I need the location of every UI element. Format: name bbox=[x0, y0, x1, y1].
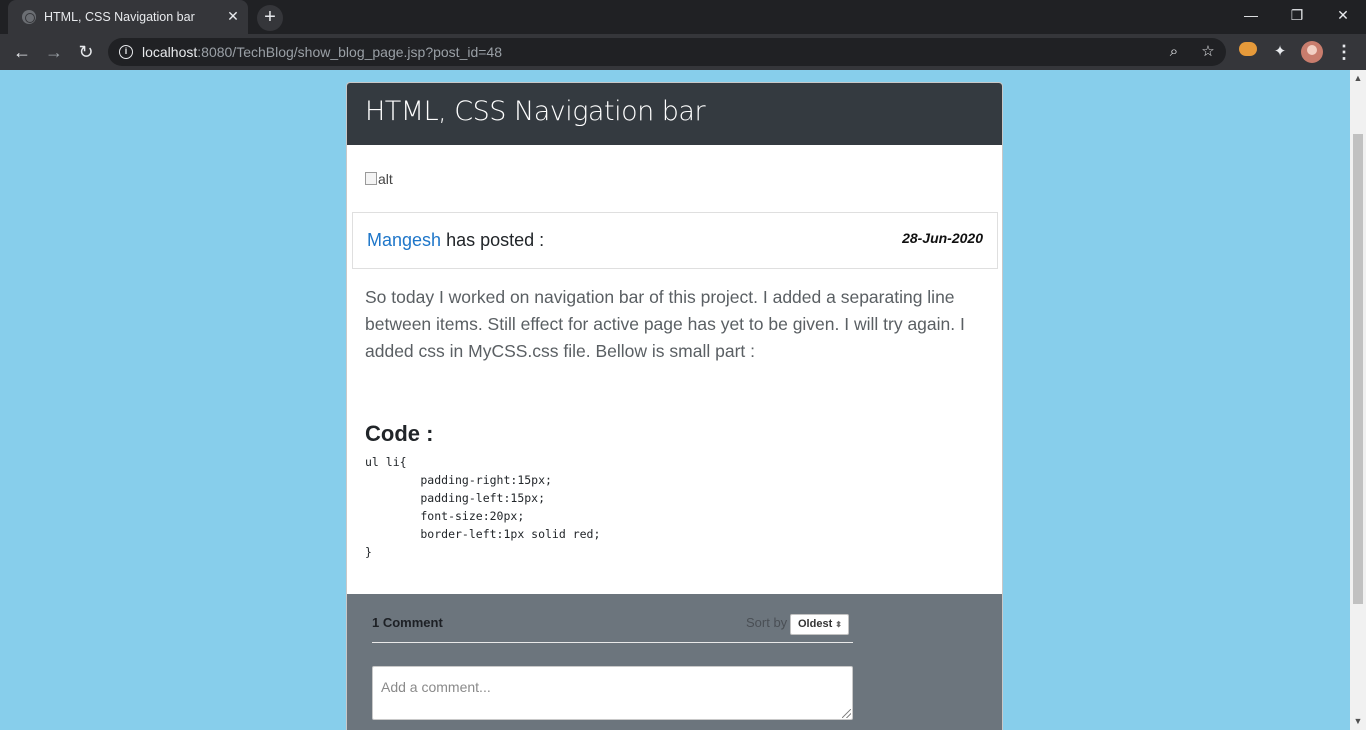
post-title: HTML, CSS Navigation bar bbox=[365, 96, 706, 127]
broken-image-icon bbox=[365, 172, 377, 185]
post-body: So today I worked on navigation bar of t… bbox=[365, 287, 965, 361]
url-host: localhost bbox=[142, 44, 198, 60]
close-tab-icon[interactable]: ✕ bbox=[224, 7, 242, 25]
resize-grip-icon[interactable] bbox=[842, 709, 851, 718]
browser-toolbar: ← → ↻ i localhost:8080/TechBlog/show_blo… bbox=[0, 34, 1366, 70]
back-button[interactable]: ← bbox=[8, 38, 36, 66]
address-bar[interactable]: i localhost:8080/TechBlog/show_blog_page… bbox=[108, 38, 1226, 66]
comment-count[interactable]: 1 Comment bbox=[372, 615, 443, 630]
extensions-puzzle-icon[interactable]: ✦ bbox=[1270, 42, 1290, 62]
post-image-alt: alt bbox=[378, 171, 393, 187]
browser-menu-icon[interactable]: ⋮ bbox=[1334, 42, 1354, 62]
browser-tab[interactable]: HTML, CSS Navigation bar ✕ bbox=[8, 0, 248, 34]
close-window-button[interactable]: ✕ bbox=[1320, 0, 1366, 30]
post-header: HTML, CSS Navigation bar bbox=[347, 83, 1002, 145]
scroll-thumb[interactable] bbox=[1353, 134, 1363, 604]
site-info-icon[interactable]: i bbox=[119, 45, 133, 59]
posted-text: has posted : bbox=[441, 230, 545, 250]
reload-button[interactable]: ↻ bbox=[72, 38, 100, 66]
url-text[interactable]: localhost:8080/TechBlog/show_blog_page.j… bbox=[142, 44, 502, 60]
bookmark-star-icon[interactable]: ☆ bbox=[1198, 42, 1218, 62]
tab-title: HTML, CSS Navigation bar bbox=[44, 10, 195, 24]
blog-post-card: HTML, CSS Navigation bar alt Mangesh has… bbox=[346, 82, 1003, 730]
forward-button[interactable]: → bbox=[40, 38, 68, 66]
globe-icon bbox=[22, 10, 36, 24]
post-image: alt bbox=[365, 171, 393, 187]
sort-caret-icon: ⬍ bbox=[835, 620, 842, 629]
comment-input[interactable] bbox=[372, 666, 853, 720]
url-path: :8080/TechBlog/show_blog_page.jsp?post_i… bbox=[197, 44, 503, 60]
author-line: Mangesh has posted : bbox=[367, 230, 544, 251]
minimize-button[interactable]: — bbox=[1228, 0, 1274, 30]
new-tab-button[interactable]: + bbox=[257, 5, 283, 31]
sort-label: Sort by bbox=[746, 615, 788, 630]
author-info-box: Mangesh has posted : 28-Jun-2020 bbox=[352, 212, 998, 269]
scroll-down-arrow[interactable]: ▼ bbox=[1350, 713, 1366, 730]
comment-divider bbox=[372, 642, 853, 643]
code-heading: Code : bbox=[365, 421, 434, 446]
sort-value: Oldest bbox=[798, 618, 833, 630]
page-scrollbar[interactable]: ▲ ▼ bbox=[1350, 70, 1366, 730]
code-block: ul li{ padding-right:15px; padding-left:… bbox=[365, 455, 601, 559]
maximize-button[interactable]: ❐ bbox=[1274, 0, 1320, 30]
comments-section: 1 Comment Sort by Oldest ⬍ bbox=[347, 594, 1002, 730]
scroll-up-arrow[interactable]: ▲ bbox=[1350, 70, 1366, 87]
tab-strip: HTML, CSS Navigation bar ✕ + — ❐ ✕ bbox=[0, 0, 1366, 34]
author-link[interactable]: Mangesh bbox=[367, 230, 441, 250]
page-viewport: HTML, CSS Navigation bar alt Mangesh has… bbox=[0, 70, 1350, 730]
profile-avatar[interactable] bbox=[1301, 41, 1323, 63]
extension-owl-icon[interactable] bbox=[1238, 42, 1258, 62]
zoom-icon[interactable]: ⌕ bbox=[1164, 42, 1184, 62]
sort-select[interactable]: Oldest ⬍ bbox=[790, 614, 849, 635]
post-date: 28-Jun-2020 bbox=[902, 230, 983, 246]
